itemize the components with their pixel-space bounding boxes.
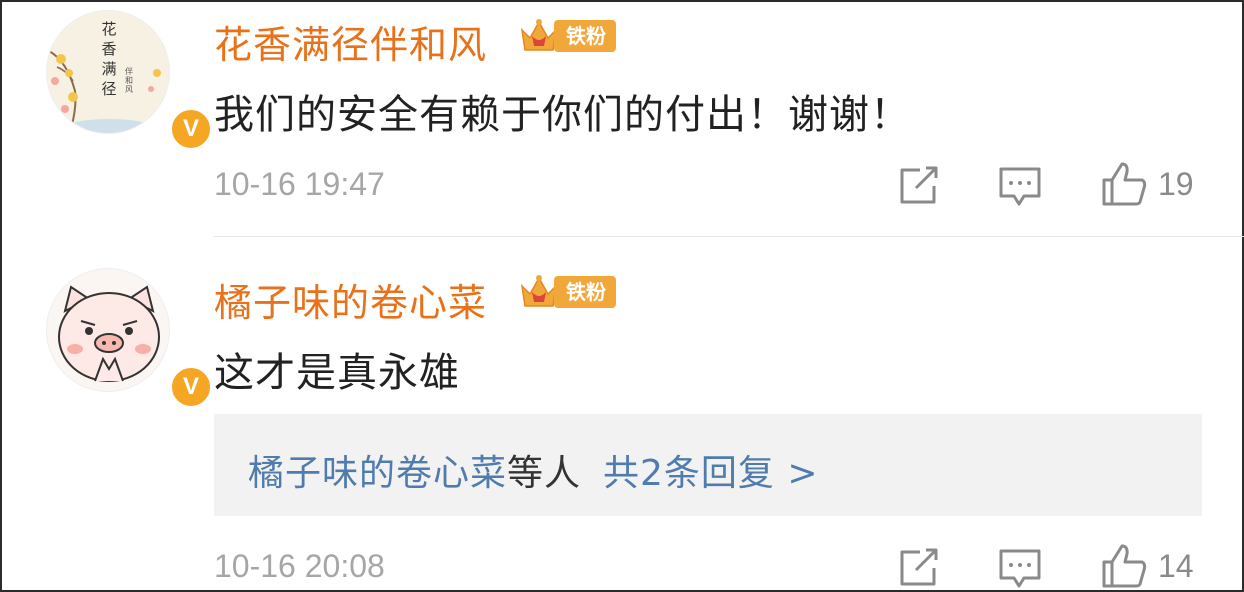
like-button[interactable]: 19 [1100,160,1194,208]
view-replies-link[interactable]: 共2条回复 > [603,453,819,494]
avatar[interactable]: V [46,268,214,410]
verified-icon: V [168,106,214,152]
comment-text: 我们的安全有赖于你们的付出！谢谢！ [214,92,911,138]
share-button[interactable] [898,548,940,588]
verified-icon: V [168,364,214,410]
share-icon [900,548,938,586]
pig-avatar-art [58,285,160,382]
divider [214,236,1244,237]
avatar[interactable]: 花 香 满 径 伴和风 V [46,10,214,152]
comment-button[interactable] [998,548,1042,590]
username[interactable]: 花香满径伴和风 [214,14,487,69]
comment-icon [999,167,1041,206]
reply-authors-link[interactable]: 橘子味的卷心菜 [248,453,507,494]
like-count: 19 [1158,165,1194,202]
fan-badge[interactable]: 铁粉 [518,272,616,312]
thumbs-up-icon [1102,544,1147,588]
share-icon [900,166,938,204]
share-button[interactable] [898,166,940,206]
comment-button[interactable] [998,166,1042,208]
fan-badge-label: 铁粉 [554,276,616,308]
avatar-char: 满 [101,60,117,78]
comment-list: 花 香 满 径 伴和风 V 花香满径伴和风 铁粉 我们的安全有赖于你们的付出！谢… [0,0,1244,592]
avatar-subtext: 伴和风 [125,67,133,94]
avatar-char: 香 [101,40,117,58]
comment-time: 10-16 20:08 [214,548,385,584]
reply-summary[interactable]: 橘子味的卷心菜等人 共2条回复 > [214,414,1202,516]
avatar-image: 花 香 满 径 伴和风 [46,10,170,134]
reply-suffix: 等人 [507,453,582,494]
comment-time: 10-16 19:47 [214,166,385,202]
username[interactable]: 橘子味的卷心菜 [214,272,487,327]
comment-text: 这才是真永雄 [214,350,460,396]
like-count: 14 [1158,547,1194,584]
avatar-image [46,268,170,392]
avatar-char: 径 [101,80,117,98]
thumbs-up-icon [1102,162,1147,206]
comment-icon [999,549,1041,588]
reply-summary-text: 橘子味的卷心菜等人 共2条回复 > [248,444,819,496]
avatar-char: 花 [101,20,117,38]
fan-badge-label: 铁粉 [554,20,616,52]
fan-badge[interactable]: 铁粉 [518,16,616,56]
like-button[interactable]: 14 [1100,542,1194,590]
